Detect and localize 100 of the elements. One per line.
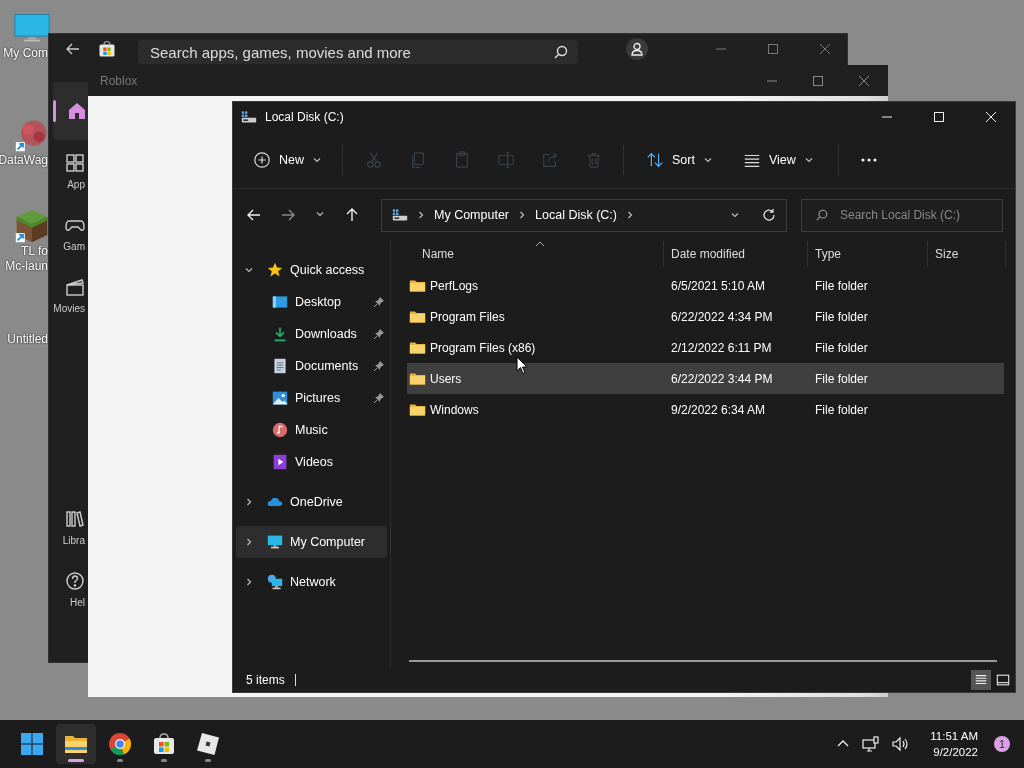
- clock[interactable]: 11:51 AM 9/2/2022: [930, 728, 978, 760]
- nav-item[interactable]: Hel: [49, 558, 89, 620]
- recent-locations-icon: [315, 209, 325, 219]
- nav-item[interactable]: App: [49, 140, 89, 202]
- column-header[interactable]: Type: [808, 241, 928, 267]
- sidebar-item[interactable]: Music: [236, 414, 387, 446]
- cut-icon: [365, 151, 383, 169]
- file-name: Windows: [430, 402, 479, 417]
- refresh-icon[interactable]: [762, 208, 776, 222]
- music-icon: [272, 422, 288, 438]
- network-icon: [267, 574, 283, 590]
- search-input[interactable]: Search apps, games, movies and more: [148, 42, 554, 62]
- rename-icon: [497, 151, 515, 169]
- home-icon: [67, 101, 87, 121]
- share-icon: [541, 151, 559, 169]
- sort-button[interactable]: Sort: [636, 145, 723, 175]
- volume-icon[interactable]: [892, 736, 911, 752]
- pictures-icon: [272, 390, 288, 406]
- sort-caret-icon: [535, 241, 545, 247]
- dropdown-caret-icon: [803, 155, 814, 165]
- view-toggle-button[interactable]: [971, 670, 991, 690]
- expand-chevron-icon: [244, 537, 254, 547]
- breadcrumb-separator-icon: [416, 210, 426, 220]
- preview-view-icon: [996, 673, 1010, 687]
- file-row[interactable]: Program Files (x86) 2/12/2022 6:11 PM File folder: [407, 332, 1004, 363]
- view-button[interactable]: View: [732, 145, 824, 175]
- scrollbar[interactable]: [409, 660, 997, 662]
- videos-icon: [272, 454, 288, 470]
- apps-icon: [65, 152, 85, 173]
- expand-chevron-icon: [244, 265, 254, 275]
- column-header[interactable]: Date modified: [664, 241, 808, 267]
- start-icon: [20, 732, 44, 756]
- computer-icon: [267, 534, 283, 550]
- file-row[interactable]: Program Files 6/22/2022 4:34 PM File folder: [407, 301, 1004, 332]
- address-dropdown-icon: [730, 210, 740, 220]
- address-bar[interactable]: My Computer Local Disk (C:): [381, 198, 787, 232]
- notification-badge[interactable]: 1: [994, 736, 1010, 752]
- store-bag-icon: [152, 732, 176, 756]
- date-modified: 9/2/2022 6:34 AM: [671, 402, 766, 417]
- back-arrow-icon[interactable]: [66, 42, 80, 56]
- trash-icon: [585, 151, 603, 169]
- search-field[interactable]: Search apps, games, movies and more: [138, 40, 578, 64]
- document-icon: [272, 358, 288, 374]
- window-title: Local Disk (C:): [265, 110, 344, 124]
- sidebar-item[interactable]: Quick access: [236, 254, 387, 286]
- sidebar-item[interactable]: My Computer: [236, 526, 387, 558]
- folder-icon: [409, 370, 426, 387]
- column-header[interactable]: Name: [407, 241, 664, 267]
- desktop-icon: [272, 294, 288, 310]
- file-row[interactable]: PerfLogs 6/5/2021 5:10 AM File folder: [407, 270, 1004, 301]
- nav-item[interactable]: Gam: [49, 202, 89, 264]
- mouse-cursor-icon: [516, 356, 528, 375]
- search-field[interactable]: Search Local Disk (C:): [801, 198, 1003, 232]
- sidebar-item[interactable]: Network: [236, 566, 387, 598]
- search-input[interactable]: Search Local Disk (C:): [838, 207, 992, 223]
- file-type: File folder: [815, 278, 868, 293]
- star-icon: [267, 262, 283, 278]
- help-icon: [65, 570, 85, 591]
- clapperboard-icon: [65, 276, 85, 297]
- sidebar-item[interactable]: Desktop: [236, 286, 387, 318]
- breadcrumb[interactable]: Local Disk (C:): [535, 208, 617, 222]
- taskbar-app-button[interactable]: [56, 724, 96, 764]
- file-row[interactable]: Users 6/22/2022 3:44 PM File folder: [407, 363, 1004, 394]
- store-bag-icon: [98, 40, 116, 58]
- nav-item[interactable]: Movies: [49, 264, 89, 326]
- window-title: Roblox: [100, 73, 138, 88]
- sidebar-item[interactable]: OneDrive: [236, 486, 387, 518]
- more-icon: [860, 158, 877, 162]
- browser-icon: [108, 732, 132, 756]
- file-name: Program Files (x86): [430, 340, 536, 355]
- dropdown-caret-icon: [312, 155, 322, 165]
- details-view-icon: [974, 673, 988, 687]
- nav-item[interactable]: Libra: [49, 496, 89, 558]
- file-type: File folder: [815, 340, 868, 355]
- folder-icon: [409, 401, 426, 418]
- search-icon: [554, 45, 568, 59]
- file-type: File folder: [815, 402, 868, 417]
- sort-icon: [646, 151, 664, 169]
- new-button[interactable]: New: [243, 145, 332, 175]
- folder-icon: [409, 277, 426, 294]
- grass-block-icon: [14, 208, 50, 244]
- up-arrow-icon[interactable]: [345, 208, 359, 222]
- breadcrumb[interactable]: My Computer: [434, 208, 510, 222]
- file-row[interactable]: Windows 9/2/2022 6:34 AM File folder: [407, 394, 1004, 425]
- sidebar-item[interactable]: Documents: [236, 350, 387, 382]
- network-status-icon[interactable]: [862, 736, 881, 752]
- expand-chevron-icon: [244, 577, 254, 587]
- sidebar-item[interactable]: Downloads: [236, 318, 387, 350]
- file-type: File folder: [815, 371, 868, 386]
- nav-item[interactable]: [53, 82, 89, 140]
- account-icon[interactable]: [626, 38, 648, 60]
- sidebar-item[interactable]: Videos: [236, 446, 387, 478]
- date-modified: 6/5/2021 5:10 AM: [671, 278, 766, 293]
- file-name: Program Files: [430, 309, 505, 324]
- folder-icon: [409, 339, 426, 356]
- plus-circle-icon: [253, 151, 271, 169]
- dropdown-caret-icon: [702, 155, 713, 165]
- sidebar-item[interactable]: Pictures: [236, 382, 387, 414]
- column-header[interactable]: Size: [928, 241, 1006, 267]
- file-name: PerfLogs: [430, 278, 479, 293]
